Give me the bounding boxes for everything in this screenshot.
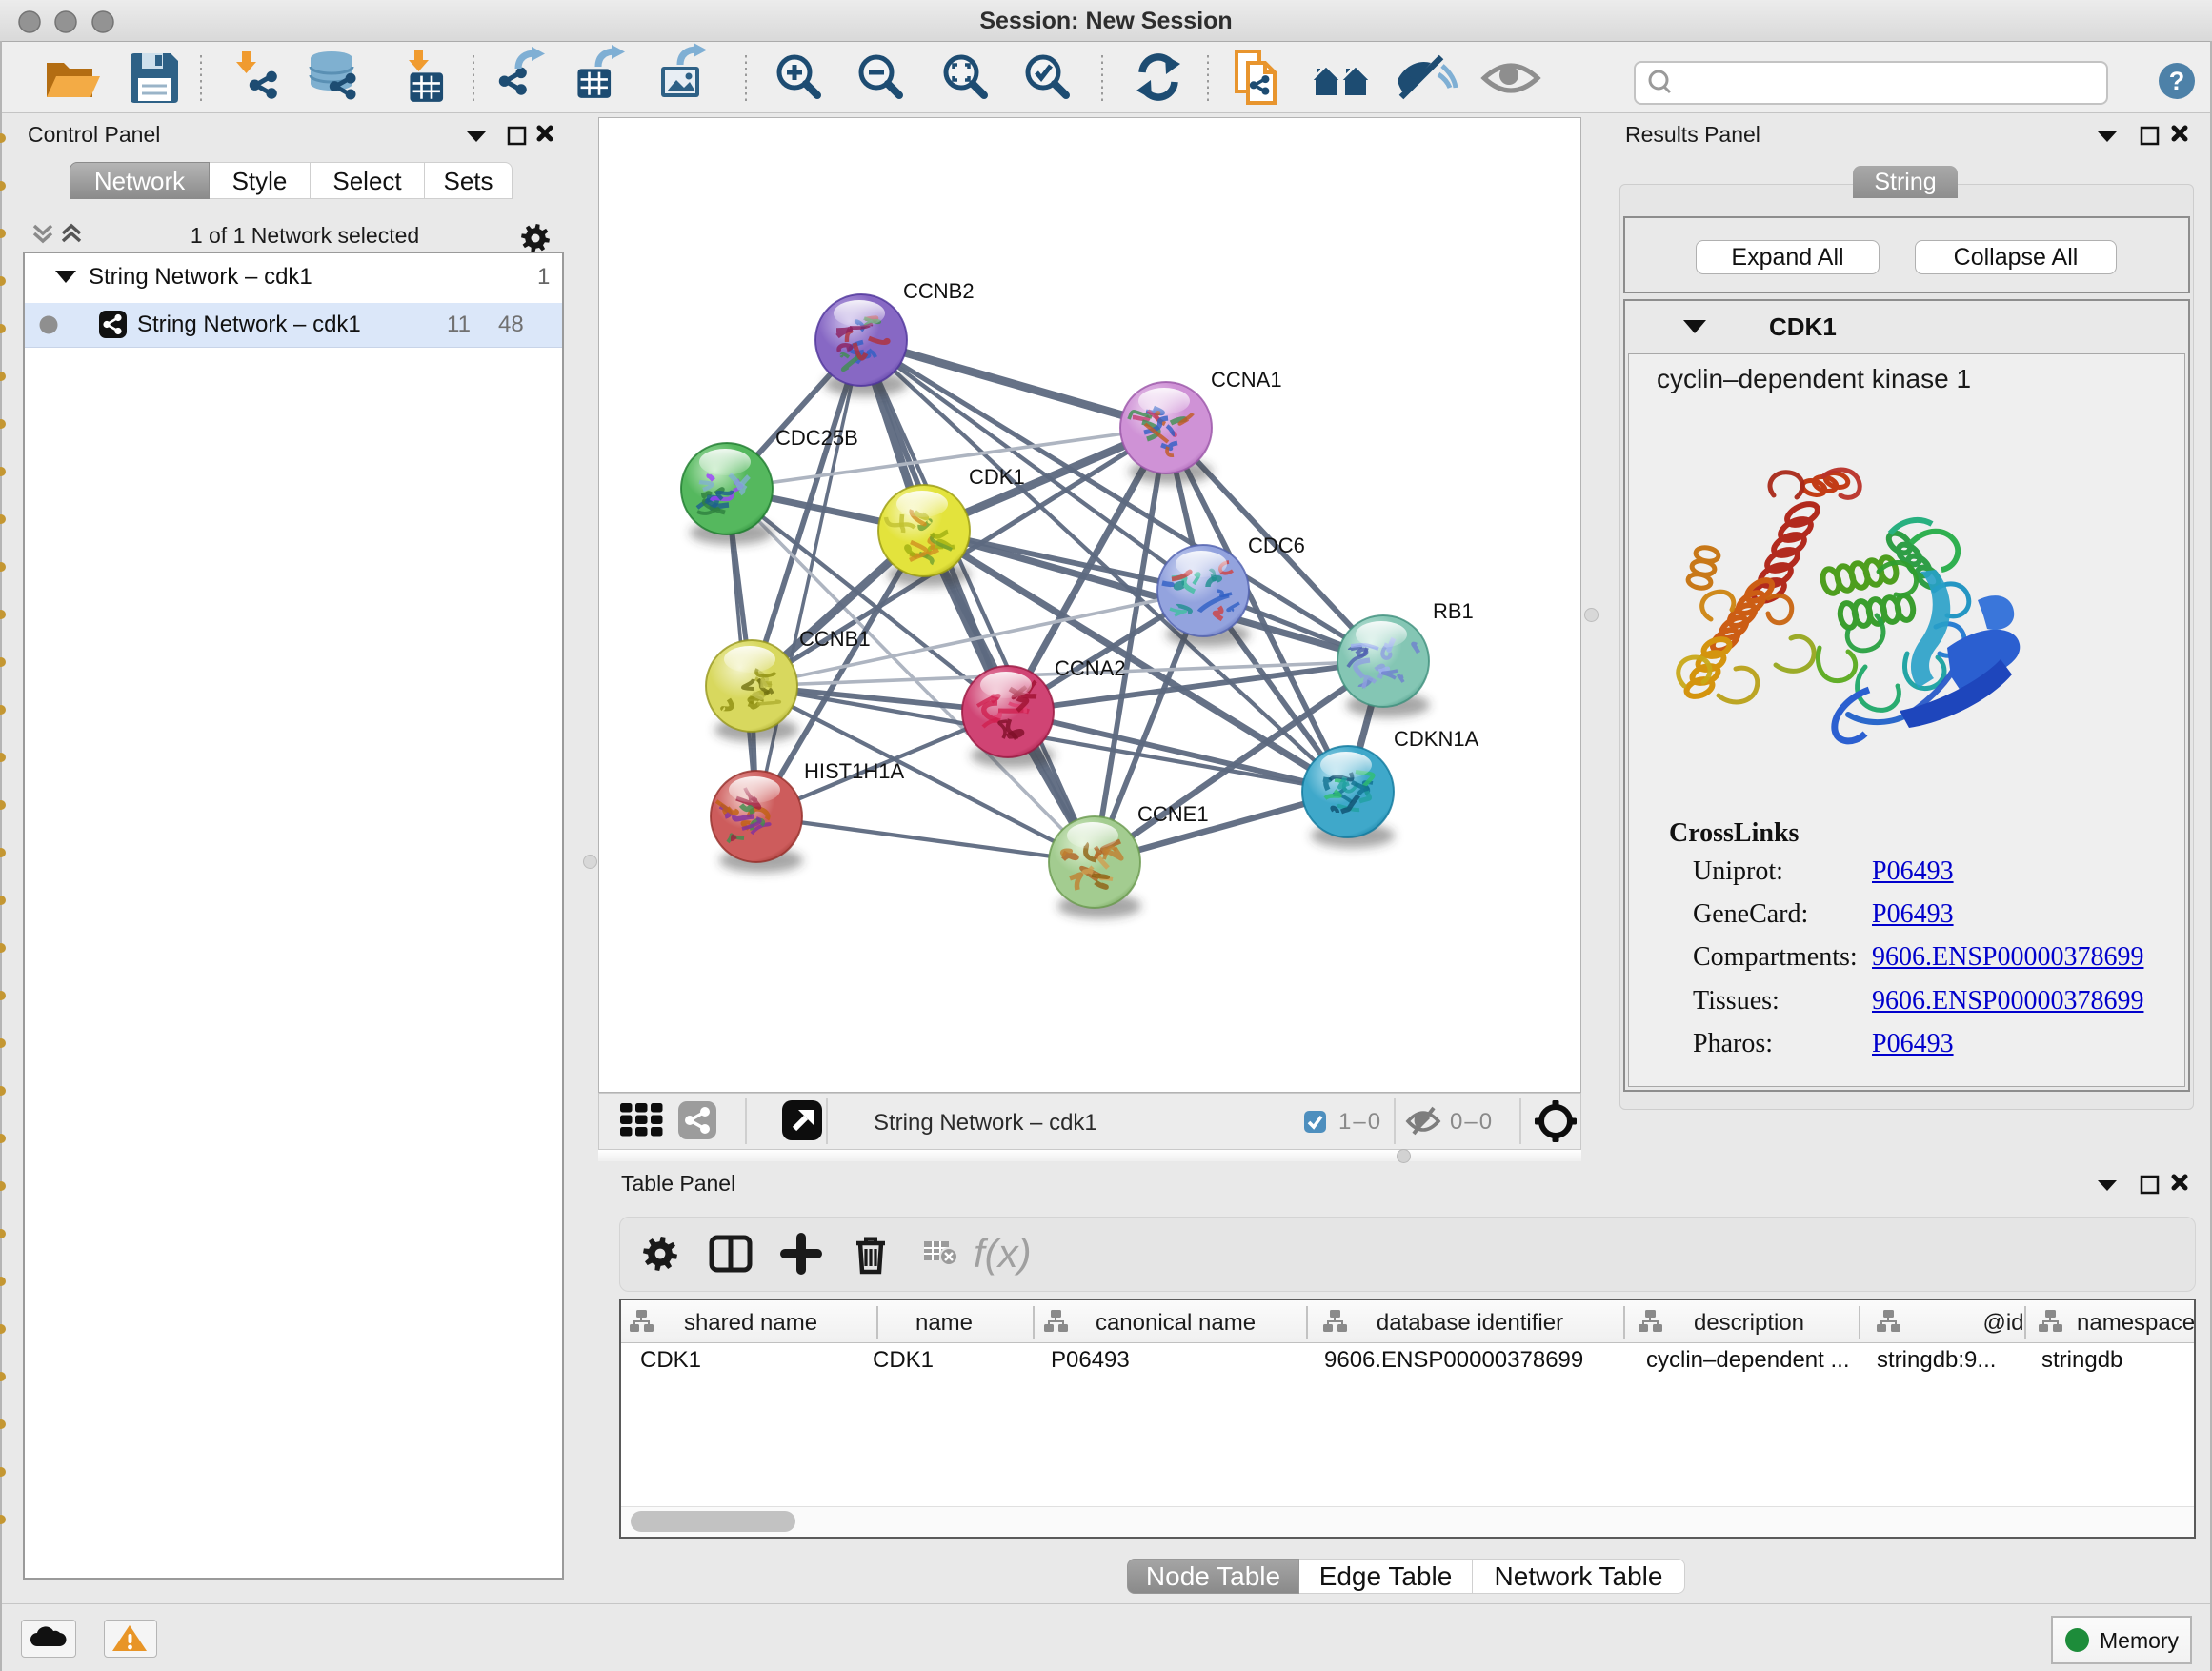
svg-text:shared name: shared name (684, 1310, 817, 1336)
svg-text:CCNA1: CCNA1 (1211, 368, 1282, 392)
svg-text:CCNA2: CCNA2 (1055, 656, 1126, 680)
svg-text:@id: @id (1982, 1310, 2023, 1336)
svg-text:0 – 0: 0 – 0 (1450, 1109, 1492, 1135)
svg-text:namespace: namespace (2077, 1310, 2194, 1336)
svg-text:HIST1H1A: HIST1H1A (804, 759, 904, 783)
svg-text:CDC25B: CDC25B (775, 426, 858, 450)
svg-text:CDKN1A: CDKN1A (1394, 727, 1479, 751)
svg-text:f(x): f(x) (974, 1231, 1032, 1276)
svg-text:description: description (1694, 1310, 1804, 1336)
svg-text:CCNB2: CCNB2 (903, 279, 975, 303)
svg-text:RB1: RB1 (1433, 599, 1474, 623)
svg-text:name: name (915, 1310, 973, 1336)
svg-text:database identifier: database identifier (1377, 1310, 1563, 1336)
svg-text:1 – 0: 1 – 0 (1338, 1109, 1380, 1135)
svg-text:CDC6: CDC6 (1248, 534, 1305, 557)
svg-text:CDK1: CDK1 (969, 465, 1025, 489)
svg-text:CCNE1: CCNE1 (1137, 802, 1209, 826)
svg-text:canonical name: canonical name (1096, 1310, 1256, 1336)
svg-text:CCNB1: CCNB1 (799, 627, 871, 651)
svg-text:String Network – cdk1: String Network – cdk1 (874, 1110, 1097, 1136)
